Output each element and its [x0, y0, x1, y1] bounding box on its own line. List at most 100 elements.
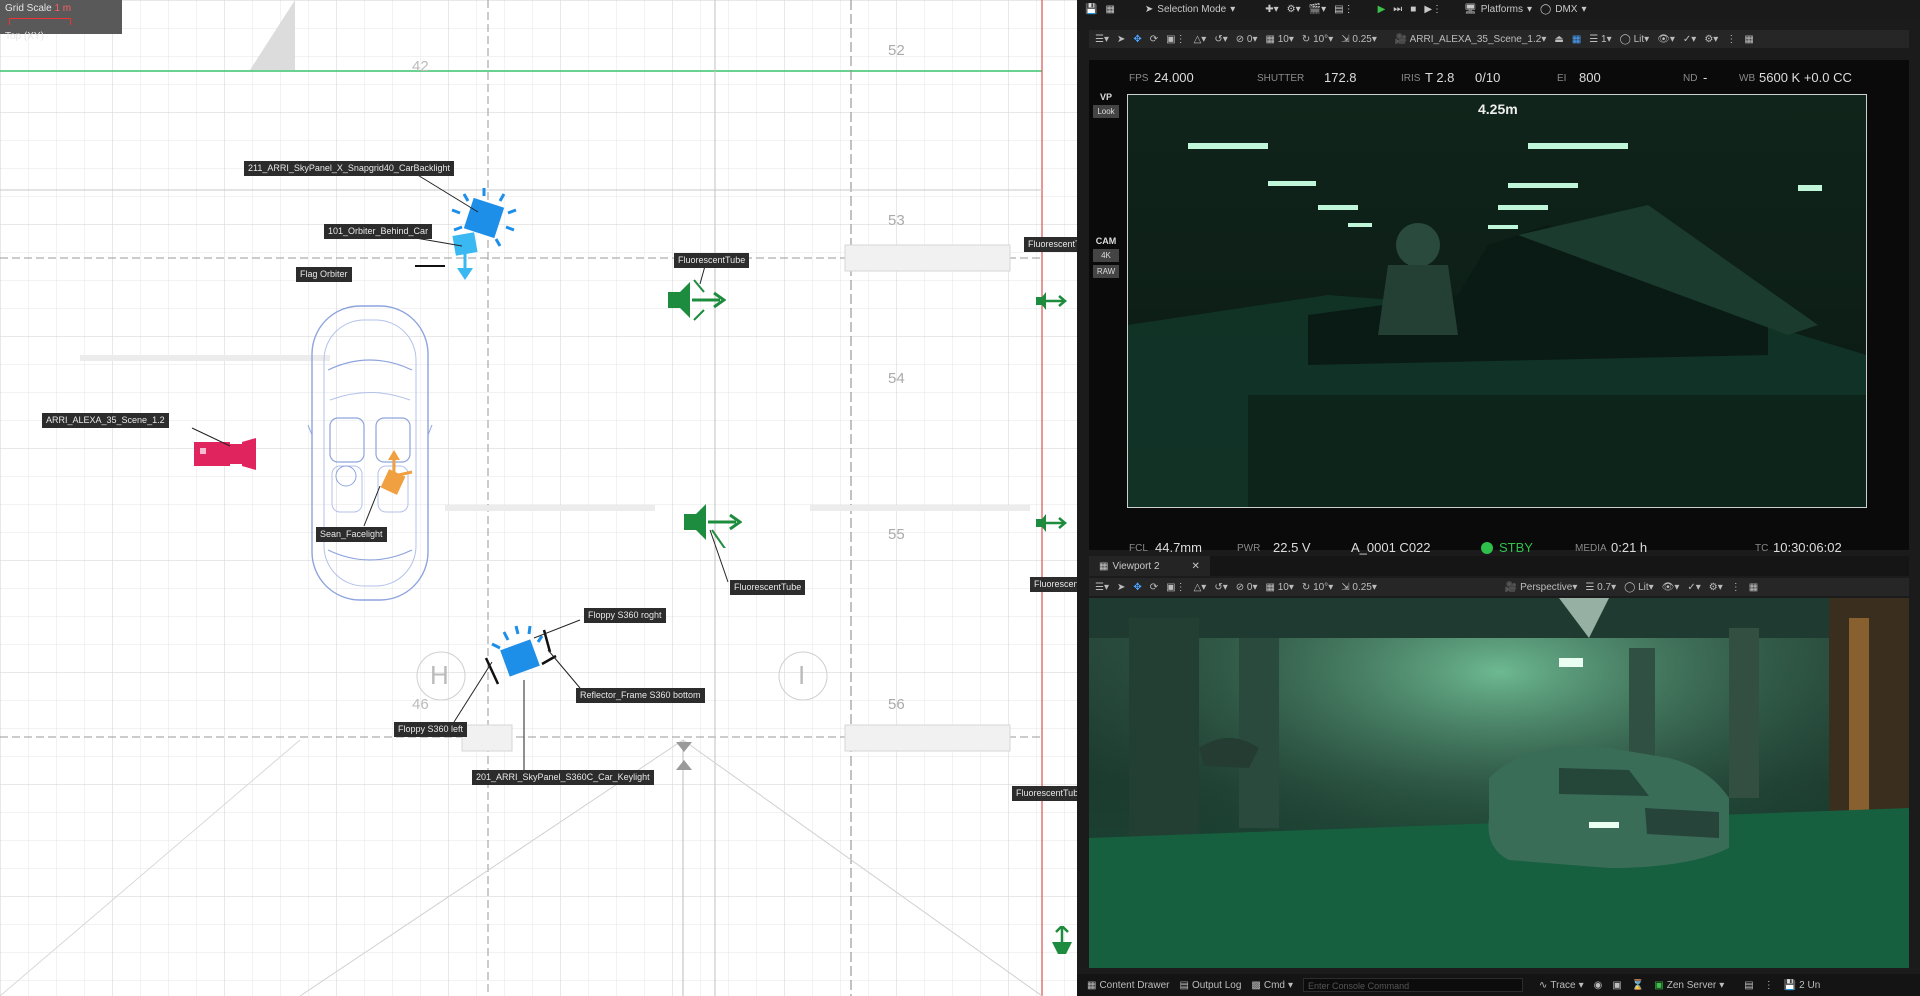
content-drawer-label: Content Drawer — [1099, 979, 1170, 991]
perspective-dropdown[interactable]: 🎥 Perspective▾ — [1505, 582, 1578, 593]
more-icon[interactable]: ⋮ — [1726, 34, 1736, 45]
pilot-icon[interactable]: ▦ — [1572, 34, 1581, 45]
layers-dropdown[interactable]: ☰ 1▾ — [1589, 34, 1611, 45]
cinematics-icon[interactable]: 🎬▾ — [1309, 4, 1326, 15]
grid-snap-toggle[interactable]: ▦ 10▾ — [1266, 582, 1294, 593]
eject-icon[interactable]: ▶⋮ — [1424, 4, 1442, 15]
iris-fraction: 0/10 — [1475, 70, 1501, 85]
save-icon[interactable]: 💾 — [1085, 4, 1097, 15]
source-control-icon[interactable]: ▤ — [1744, 980, 1753, 991]
chevron-down-icon: ▾ — [1719, 979, 1725, 991]
perspective-label: Perspective — [1520, 581, 1573, 593]
trace-dropdown[interactable]: ∿ Trace ▾ — [1539, 980, 1584, 991]
chevron-down-icon: ▾ — [1230, 3, 1236, 15]
snap-toggle[interactable]: ⊘ 0▾ — [1236, 582, 1258, 593]
play-icon[interactable]: ▶ — [1378, 4, 1386, 15]
content-drawer-button[interactable]: ▦ Content Drawer — [1087, 980, 1169, 991]
rot-snap-toggle[interactable]: ↻ 10°▾ — [1302, 582, 1333, 593]
snap-value: 0 — [1246, 33, 1253, 45]
label-floppy-right[interactable]: Floppy S360 roght — [584, 608, 666, 623]
surface-snap-icon[interactable]: △▾ — [1194, 582, 1207, 593]
fov-dropdown[interactable]: ☰ 0.7▾ — [1585, 582, 1616, 593]
step-icon[interactable]: ⏭ — [1393, 4, 1402, 15]
label-skypanel-backlight[interactable]: 211_ARRI_SkyPanel_X_Snapgrid40_CarBackli… — [244, 161, 454, 176]
select-tool-icon[interactable]: ➤ — [1117, 582, 1125, 593]
scale-snap-toggle[interactable]: ⇲ 0.25▾ — [1341, 34, 1377, 45]
label-fluorescent-tube-edge-3[interactable]: FluorescentTube — [1012, 786, 1077, 801]
show-icon[interactable]: 👁▾ — [1657, 34, 1675, 45]
output-log-button[interactable]: ▤ Output Log — [1179, 980, 1241, 991]
raw-badge: RAW — [1093, 265, 1119, 278]
rotate-snap-icon[interactable]: ↺▾ — [1214, 582, 1227, 593]
show-icon[interactable]: 👁▾ — [1662, 582, 1680, 593]
label-fluorescent-tube-edge-2[interactable]: Fluorescent — [1030, 577, 1077, 592]
grid-snap-toggle[interactable]: ▦ 10▾ — [1266, 34, 1294, 45]
scale-tool-icon[interactable]: ▣⋮ — [1166, 34, 1185, 45]
translate-tool-icon[interactable]: ✥ — [1133, 34, 1141, 45]
camera-capture-icon[interactable]: ▣ — [1612, 980, 1621, 991]
surface-snap-icon[interactable]: △▾ — [1194, 34, 1207, 45]
look-button[interactable]: Look — [1093, 105, 1119, 118]
timecode-value: 10:30:06:02 — [1773, 540, 1842, 555]
content-icon[interactable]: ▦ — [1105, 4, 1114, 15]
blueprint-icon[interactable]: ⚙▾ — [1287, 4, 1301, 15]
label-fluorescent-tube-2[interactable]: FluorescentTube — [730, 580, 806, 595]
selection-mode-dropdown[interactable]: ➤ Selection Mode ▾ — [1145, 4, 1235, 15]
unsaved-button[interactable]: 💾 2 Un — [1784, 980, 1821, 991]
selection-mode-label: Selection Mode — [1157, 3, 1227, 15]
build-icon[interactable]: ▤⋮ — [1334, 4, 1353, 15]
derived-data-icon[interactable]: ⌛ — [1632, 980, 1644, 991]
lit-dropdown[interactable]: ◯ Lit▾ — [1620, 34, 1650, 45]
log-icon: ▤ — [1179, 979, 1189, 991]
iris-label: IRIS — [1401, 73, 1421, 84]
performance-icon[interactable]: ✓▾ — [1687, 582, 1700, 593]
label-sean-facelight[interactable]: Sean_Facelight — [316, 527, 387, 542]
label-flag-orbiter[interactable]: Flag Orbiter — [296, 267, 352, 282]
label-orbiter-behind-car[interactable]: 101_Orbiter_Behind_Car — [324, 224, 433, 239]
label-floppy-left[interactable]: Floppy S360 left — [394, 722, 468, 737]
camera-dropdown[interactable]: 🎥 ARRI_ALEXA_35_Scene_1.2▾ — [1395, 34, 1546, 45]
label-skypanel-keylight[interactable]: 201_ARRI_SkyPanel_S360C_Car_Keylight — [472, 770, 654, 785]
zen-server-dropdown[interactable]: ▣ Zen Server ▾ — [1654, 980, 1724, 991]
perspective-viewport[interactable] — [1089, 598, 1909, 968]
dmx-dropdown[interactable]: ◯ DMX ▾ — [1540, 4, 1586, 15]
scale-snap-toggle[interactable]: ⇲ 0.25▾ — [1341, 582, 1377, 593]
select-tool-icon[interactable]: ➤ — [1117, 34, 1125, 45]
settings-gear-icon[interactable]: ⚙▾ — [1709, 582, 1723, 593]
cmd-dropdown[interactable]: ▩ Cmd ▾ — [1251, 980, 1293, 991]
unsaved-label: 2 Un — [1799, 979, 1821, 991]
viewport-tab[interactable]: ▦ Viewport 2 ✕ — [1089, 556, 1210, 576]
layout-icon[interactable]: ▦ — [1744, 34, 1753, 45]
settings-gear-icon[interactable]: ⚙▾ — [1704, 34, 1718, 45]
layout-icon[interactable]: ▦ — [1749, 582, 1758, 593]
add-actor-icon[interactable]: ✚▾ — [1265, 4, 1278, 15]
console-input[interactable]: Enter Console Command — [1303, 978, 1524, 992]
rotate-tool-icon[interactable]: ⟳ — [1150, 34, 1158, 45]
top-ortho-viewport[interactable]: 52 53 54 55 56 42 46 H I Grid Scale 1 m … — [0, 0, 1077, 996]
rotate-snap-icon[interactable]: ↺▾ — [1214, 34, 1227, 45]
more-icon[interactable]: ⋮ — [1764, 980, 1774, 991]
label-camera-actor[interactable]: ARRI_ALEXA_35_Scene_1.2 — [42, 413, 169, 428]
eject-camera-icon[interactable]: ⏏ — [1554, 34, 1563, 45]
scale-tool-icon[interactable]: ▣⋮ — [1166, 582, 1185, 593]
camera-viewport[interactable]: FPS 24.000 SHUTTER 172.8 IRIS T 2.8 0/10… — [1089, 60, 1909, 555]
label-fluorescent-tube-1[interactable]: FluorescentTube — [674, 253, 750, 268]
platforms-dropdown[interactable]: 🖥 Platforms ▾ — [1464, 4, 1532, 15]
lit-dropdown[interactable]: ◯ Lit▾ — [1624, 582, 1654, 593]
stop-icon[interactable]: ■ — [1410, 4, 1416, 15]
label-reflector-frame[interactable]: Reflector_Frame S360 bottom — [576, 688, 705, 703]
rotate-tool-icon[interactable]: ⟳ — [1150, 582, 1158, 593]
close-icon[interactable]: ✕ — [1192, 561, 1200, 572]
more-icon[interactable]: ⋮ — [1731, 582, 1741, 593]
label-fluorescent-tube-edge-1[interactable]: FluorescentT — [1024, 237, 1077, 252]
menu-icon[interactable]: ☰▾ — [1095, 582, 1109, 593]
performance-icon[interactable]: ✓▾ — [1683, 34, 1696, 45]
chevron-down-icon: ▾ — [1526, 3, 1533, 15]
viewport1-toolbar: ☰▾ ➤ ✥ ⟳ ▣⋮ △▾ ↺▾ ⊘ 0▾ ▦ 10▾ ↻ 10°▾ ⇲ 0.… — [1089, 30, 1909, 48]
translate-tool-icon[interactable]: ✥ — [1133, 582, 1141, 593]
tc-label: TC — [1755, 543, 1769, 554]
snap-toggle[interactable]: ⊘ 0▾ — [1236, 34, 1258, 45]
record-icon[interactable]: ◉ — [1594, 980, 1603, 991]
rot-snap-toggle[interactable]: ↻ 10°▾ — [1302, 34, 1333, 45]
menu-icon[interactable]: ☰▾ — [1095, 34, 1109, 45]
